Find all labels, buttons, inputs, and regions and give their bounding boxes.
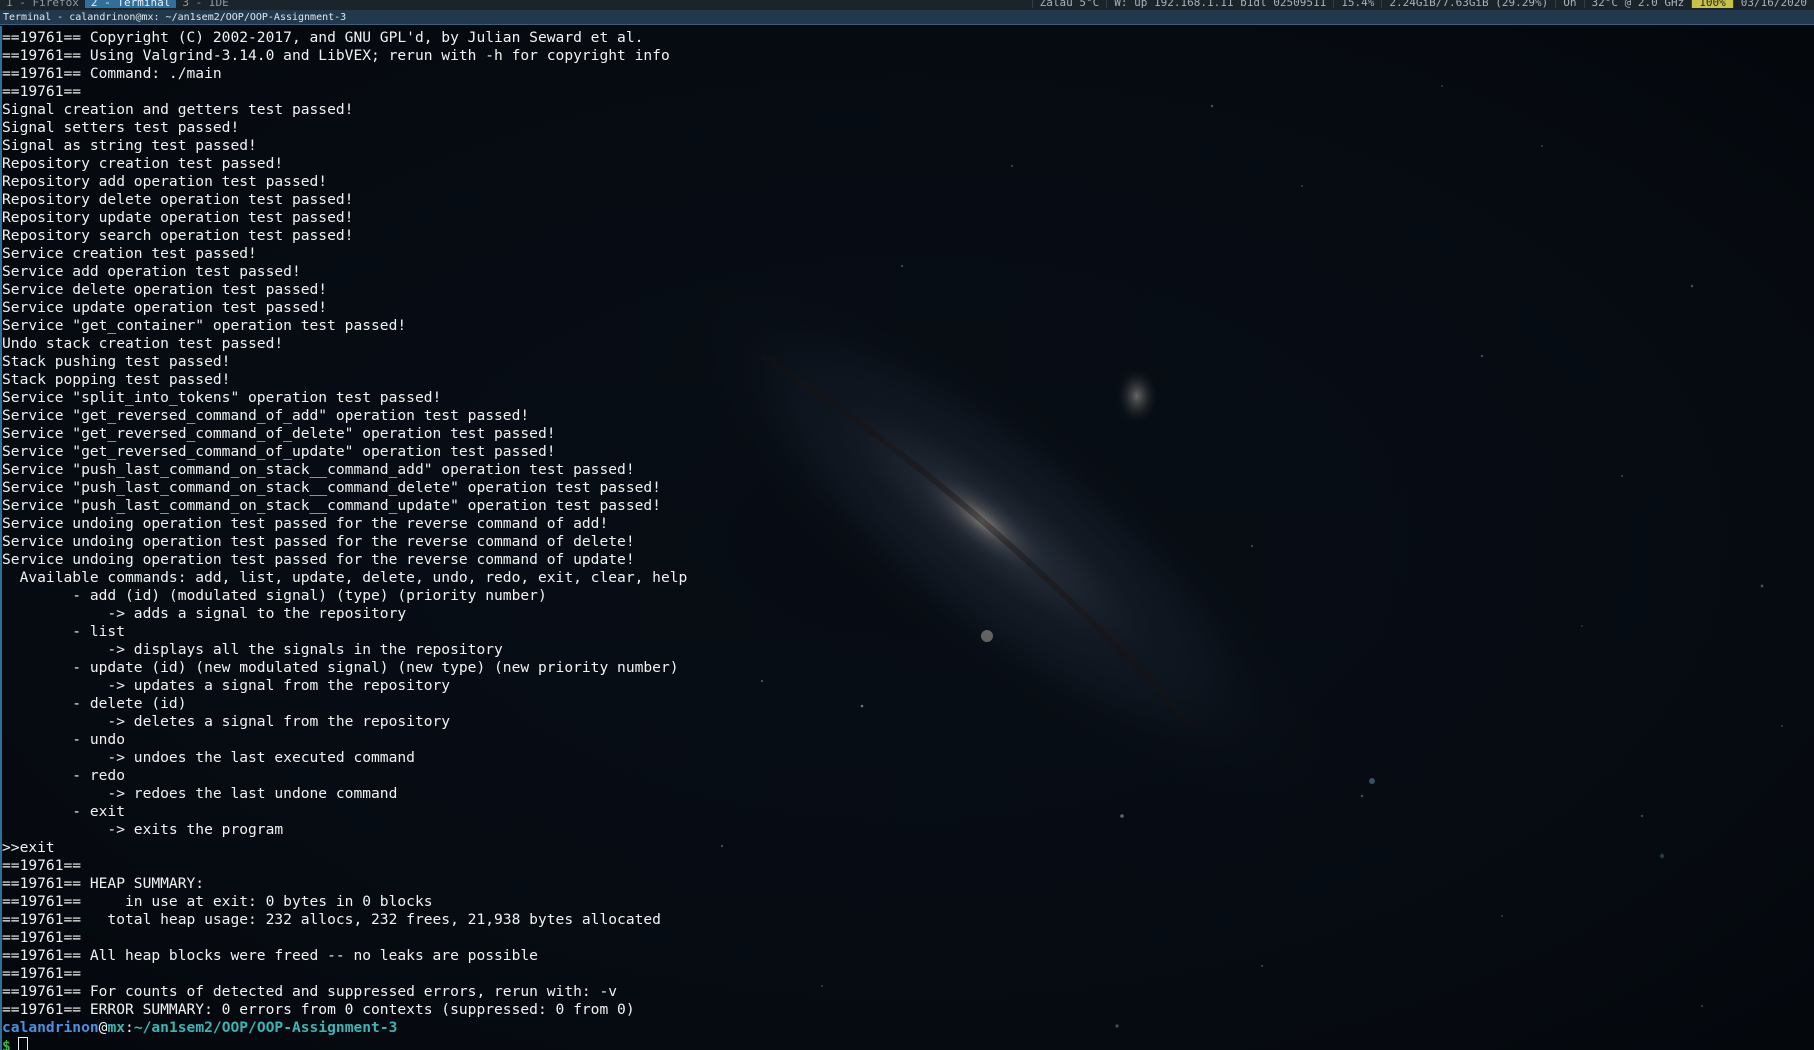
power-status: On bbox=[1555, 0, 1583, 8]
top-status-bar: 1 - Firefox 2 - Terminal 3 - IDE Zalău 5°C… bbox=[0, 0, 1814, 10]
terminal-line: - exit bbox=[2, 803, 126, 820]
terminal-line: ==19761== bbox=[2, 929, 82, 946]
terminal-line: ==19761== All heap blocks were freed -- … bbox=[2, 947, 538, 964]
terminal-line: -> adds a signal to the repository bbox=[2, 605, 407, 622]
terminal-line: Service undoing operation test passed fo… bbox=[2, 533, 635, 550]
terminal-window[interactable]: ==19761== Copyright (C) 2002-2017, and G… bbox=[0, 26, 1814, 1050]
workspace-tab-2[interactable]: 2 - Terminal bbox=[84, 0, 177, 8]
terminal-line: Repository search operation test passed! bbox=[2, 227, 354, 244]
terminal-line: Service undoing operation test passed fo… bbox=[2, 551, 635, 568]
terminal-line: -> exits the program bbox=[2, 821, 284, 838]
terminal-line: - update (id) (new modulated signal) (ne… bbox=[2, 659, 679, 676]
status-indicators: Zalău 5°C W: up 192.168.1.11 b1dl 0250951… bbox=[1031, 0, 1814, 8]
terminal-line: Stack popping test passed! bbox=[2, 371, 231, 388]
terminal-line: - list bbox=[2, 623, 126, 640]
terminal-line: Service "push_last_command_on_stack__com… bbox=[2, 461, 635, 478]
terminal-line: Service "get_container" operation test p… bbox=[2, 317, 407, 334]
text-cursor[interactable] bbox=[17, 1037, 28, 1050]
terminal-output[interactable]: ==19761== Copyright (C) 2002-2017, and G… bbox=[2, 29, 687, 1050]
prompt-separator: : bbox=[125, 1019, 134, 1036]
terminal-line: Service "push_last_command_on_stack__com… bbox=[2, 479, 661, 496]
terminal-line: Available commands: add, list, update, d… bbox=[2, 569, 688, 586]
prompt-host: mx bbox=[107, 1019, 126, 1036]
terminal-line: -> displays all the signals in the repos… bbox=[2, 641, 503, 658]
terminal-line: -> deletes a signal from the repository bbox=[2, 713, 451, 730]
terminal-line: >>exit bbox=[2, 839, 55, 856]
terminal-line: Stack pushing test passed! bbox=[2, 353, 231, 370]
prompt-path: ~/an1sem2/OOP/OOP-Assignment-3 bbox=[133, 1019, 398, 1036]
terminal-line: Repository delete operation test passed! bbox=[2, 191, 354, 208]
terminal-line: ==19761== ERROR SUMMARY: 0 errors from 0… bbox=[2, 1001, 635, 1018]
terminal-line: Service "get_reversed_command_of_delete"… bbox=[2, 425, 556, 442]
terminal-line: ==19761== Command: ./main bbox=[2, 65, 222, 82]
terminal-line: ==19761== bbox=[2, 965, 82, 982]
cpu-status: 15.4% bbox=[1333, 0, 1381, 8]
battery-status: 100% bbox=[1691, 0, 1733, 8]
terminal-window-title[interactable]: Terminal - calandrinon@mx: ~/an1sem2/OOP… bbox=[0, 10, 1814, 25]
terminal-line: Service add operation test passed! bbox=[2, 263, 301, 280]
terminal-line: -> undoes the last executed command bbox=[2, 749, 415, 766]
terminal-line: ==19761== HEAP SUMMARY: bbox=[2, 875, 205, 892]
prompt-symbol: $ bbox=[2, 1038, 11, 1050]
terminal-line: Service "split_into_tokens" operation te… bbox=[2, 389, 442, 406]
terminal-line: Service "push_last_command_on_stack__com… bbox=[2, 497, 661, 514]
terminal-line: Repository creation test passed! bbox=[2, 155, 284, 172]
terminal-line: Service "get_reversed_command_of_update"… bbox=[2, 443, 556, 460]
terminal-line: Service undoing operation test passed fo… bbox=[2, 515, 609, 532]
terminal-line: - add (id) (modulated signal) (type) (pr… bbox=[2, 587, 547, 604]
network-status: W: up 192.168.1.11 b1dl 02509511 bbox=[1106, 0, 1333, 8]
terminal-line: ==19761== Copyright (C) 2002-2017, and G… bbox=[2, 29, 644, 46]
terminal-line: Service update operation test passed! bbox=[2, 299, 328, 316]
prompt-user: calandrinon bbox=[2, 1019, 99, 1036]
terminal-line: Signal creation and getters test passed! bbox=[2, 101, 354, 118]
terminal-line: ==19761== total heap usage: 232 allocs, … bbox=[2, 911, 661, 928]
terminal-line: ==19761== bbox=[2, 857, 82, 874]
temperature-status: 32°C @ 2.0 GHz bbox=[1583, 0, 1692, 8]
terminal-line: Signal as string test passed! bbox=[2, 137, 257, 154]
terminal-line: Repository update operation test passed! bbox=[2, 209, 354, 226]
terminal-line: Signal setters test passed! bbox=[2, 119, 240, 136]
terminal-line: - undo bbox=[2, 731, 126, 748]
terminal-line: Repository add operation test passed! bbox=[2, 173, 328, 190]
prompt-line: calandrinon@mx:~/an1sem2/OOP/OOP-Assignm… bbox=[2, 1019, 687, 1037]
terminal-line: Service "get_reversed_command_of_add" op… bbox=[2, 407, 530, 424]
workspace-tab-1[interactable]: 1 - Firefox bbox=[0, 0, 85, 8]
terminal-line: ==19761== Using Valgrind-3.14.0 and LibV… bbox=[2, 47, 670, 64]
terminal-line: Service delete operation test passed! bbox=[2, 281, 328, 298]
workspace-tab-3[interactable]: 3 - IDE bbox=[176, 0, 234, 8]
terminal-line: -> updates a signal from the repository bbox=[2, 677, 451, 694]
date-status: 03/16/2020 bbox=[1732, 0, 1814, 8]
terminal-line: Undo stack creation test passed! bbox=[2, 335, 284, 352]
terminal-line: -> redoes the last undone command bbox=[2, 785, 398, 802]
weather-status: Zalău 5°C bbox=[1031, 0, 1107, 8]
terminal-line: - delete (id) bbox=[2, 695, 187, 712]
terminal-line: ==19761== bbox=[2, 83, 82, 100]
terminal-line: ==19761== For counts of detected and sup… bbox=[2, 983, 618, 1000]
memory-status: 2.24GiB/7.63GiB (29.29%) bbox=[1381, 0, 1555, 8]
terminal-line: Service creation test passed! bbox=[2, 245, 257, 262]
input-line[interactable]: $ bbox=[2, 1037, 687, 1050]
terminal-line: - redo bbox=[2, 767, 126, 784]
terminal-line: ==19761== in use at exit: 0 bytes in 0 b… bbox=[2, 893, 433, 910]
